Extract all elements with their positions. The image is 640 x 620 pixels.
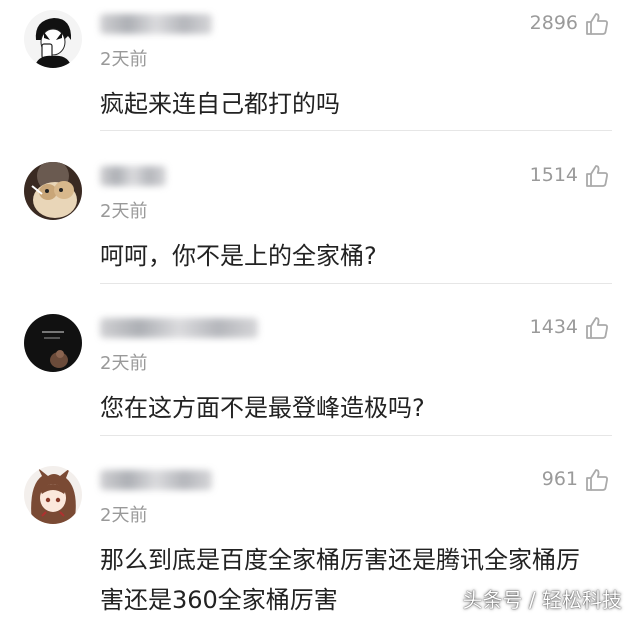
divider xyxy=(100,435,612,436)
avatar[interactable] xyxy=(24,314,82,372)
like-count: 1434 xyxy=(529,316,578,338)
avatar-cat-icon xyxy=(24,162,82,220)
watermark: 头条号 / 轻松科技 xyxy=(462,588,622,612)
username-blurred[interactable] xyxy=(100,318,258,338)
comment-text: 疯起来连自己都打的吗 xyxy=(100,90,340,118)
comment-time: 2天前 xyxy=(100,201,148,222)
avatar[interactable] xyxy=(24,10,82,68)
avatar-dark-photo-icon xyxy=(24,314,82,372)
username-blurred[interactable] xyxy=(100,166,166,186)
like-count: 1514 xyxy=(529,164,578,186)
username-blurred[interactable] xyxy=(100,470,212,490)
username-blurred[interactable] xyxy=(100,14,212,34)
thumbs-up-icon[interactable] xyxy=(584,11,610,37)
avatar[interactable] xyxy=(24,162,82,220)
thumbs-up-icon[interactable] xyxy=(584,163,610,189)
avatar-anime-girl-icon xyxy=(24,466,82,524)
comment-text: 呵呵，你不是上的全家桶? xyxy=(100,242,377,270)
like-count: 2896 xyxy=(529,12,578,34)
thumbs-up-icon[interactable] xyxy=(584,467,610,493)
avatar[interactable] xyxy=(24,466,82,524)
comment-time: 2天前 xyxy=(100,353,148,374)
comment-text: 您在这方面不是最登峰造极吗? xyxy=(100,394,425,422)
like-count: 961 xyxy=(541,468,578,490)
avatar-boy-drinking-icon xyxy=(24,10,82,68)
divider xyxy=(100,283,612,284)
comment-time: 2天前 xyxy=(100,505,148,526)
comment-time: 2天前 xyxy=(100,49,148,70)
divider xyxy=(100,130,612,131)
thumbs-up-icon[interactable] xyxy=(584,315,610,341)
